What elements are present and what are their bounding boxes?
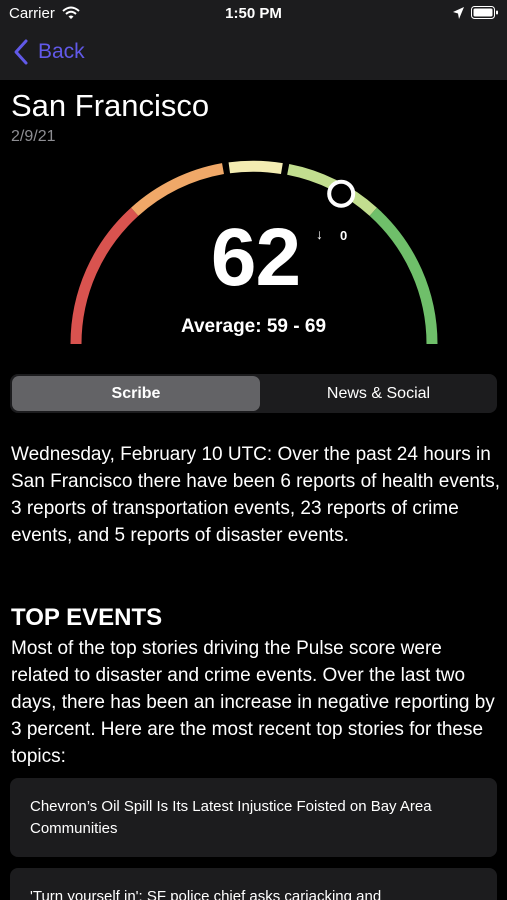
trend-value: 0 bbox=[340, 228, 348, 243]
segmented-control: Scribe News & Social bbox=[10, 374, 497, 413]
arrow-down-icon: ↓ bbox=[316, 226, 323, 242]
story-card[interactable]: 'Turn yourself in': SF police chief asks… bbox=[10, 868, 497, 900]
gauge-indicator bbox=[327, 179, 356, 208]
story-card[interactable]: Chevron’s Oil Spill Is Its Latest Injust… bbox=[10, 778, 497, 857]
pulse-gauge bbox=[70, 160, 438, 345]
top-events-heading: TOP EVENTS bbox=[11, 604, 163, 631]
story-title: 'Turn yourself in': SF police chief asks… bbox=[30, 888, 382, 900]
tab-news-social[interactable]: News & Social bbox=[262, 376, 495, 411]
gauge-segment-yellow bbox=[228, 160, 283, 175]
pulse-score: 62 bbox=[210, 212, 301, 303]
story-title: Chevron’s Oil Spill Is Its Latest Injust… bbox=[30, 798, 432, 837]
average-range: Average: 59 - 69 bbox=[180, 316, 327, 337]
top-events-description: Most of the top stories driving the Puls… bbox=[11, 638, 495, 767]
tab-scribe[interactable]: Scribe bbox=[12, 376, 260, 411]
screen: Carrier 1:50 PM Back San Francisco 2/9/2… bbox=[0, 0, 507, 900]
summary-text: Wednesday, February 10 UTC: Over the pas… bbox=[11, 444, 501, 546]
gauge-segment-orange bbox=[131, 163, 225, 216]
